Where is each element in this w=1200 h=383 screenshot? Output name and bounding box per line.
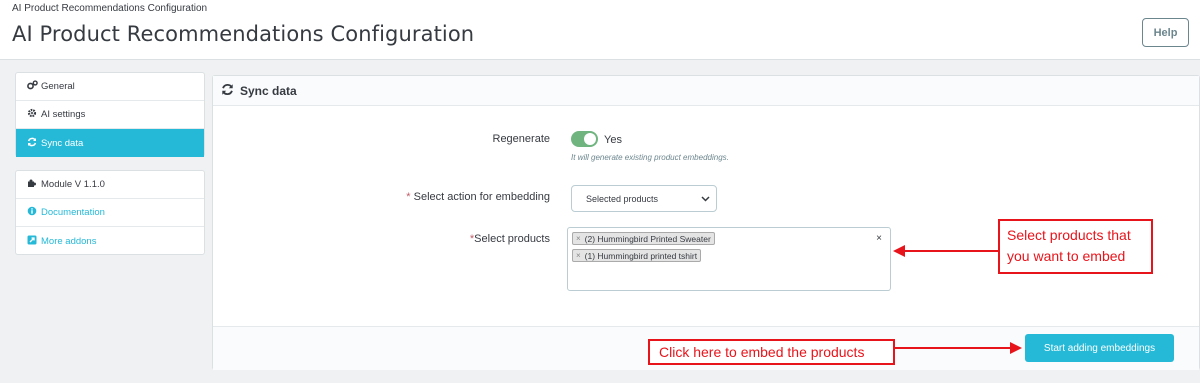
panel-heading: Sync data (213, 76, 1199, 106)
start-embeddings-button[interactable]: Start adding embeddings (1025, 334, 1174, 362)
tag-label: (2) Hummingbird Printed Sweater (584, 233, 711, 244)
toggle-knob (584, 133, 596, 145)
products-multiselect[interactable]: × (2) Hummingbird Printed Sweater × (1) … (567, 227, 891, 291)
regenerate-label: Regenerate (492, 133, 551, 145)
panel-title: Sync data (240, 83, 297, 98)
products-label: *Select products (420, 233, 550, 245)
sidebar-item-general[interactable]: General (16, 73, 204, 101)
more-addons-label: More addons (41, 235, 97, 247)
sidebar-item-sync-data[interactable]: Sync data (16, 129, 204, 157)
sidebar-item-ai-settings[interactable]: AI settings (16, 101, 204, 129)
tag-label: (1) Hummingbird printed tshirt (584, 250, 698, 261)
regenerate-value: Yes (604, 134, 622, 146)
page-title: AI Product Recommendations Configuration (12, 22, 475, 46)
products-label-text: Select products (474, 233, 550, 245)
help-button[interactable]: Help (1142, 18, 1189, 47)
external-link-icon (27, 235, 37, 248)
refresh-icon (27, 137, 37, 150)
product-tag: × (1) Hummingbird printed tshirt (572, 249, 702, 262)
regenerate-help: It will generate existing product embedd… (571, 153, 729, 162)
documentation-label: Documentation (41, 207, 105, 218)
module-version: Module V 1.1.0 (16, 171, 204, 199)
module-version-label: Module V 1.1.0 (41, 179, 105, 190)
gears-icon (27, 80, 38, 93)
remove-tag-icon[interactable]: × (576, 251, 581, 260)
sidebar-info: Module V 1.1.0 Documentation More addons (15, 170, 205, 255)
refresh-icon (221, 83, 234, 99)
select-products-callout: Select products that you want to embed (998, 219, 1153, 274)
sidebar-item-label: AI settings (41, 109, 86, 120)
sidebar-item-label: Sync data (41, 137, 84, 149)
info-circle-icon (27, 206, 37, 219)
regenerate-toggle[interactable] (571, 131, 598, 147)
sidebar-menu: General AI settings Sync data (15, 72, 205, 157)
page-header: AI Product Recommendations Configuration… (0, 0, 1200, 60)
more-addons-link[interactable]: More addons (16, 227, 204, 255)
puzzle-icon (27, 178, 37, 191)
gear-icon (27, 108, 37, 121)
breadcrumb: AI Product Recommendations Configuration (12, 3, 208, 14)
action-label: * Select action for embedding (380, 191, 550, 203)
embedding-action-select[interactable]: Selected products (571, 185, 717, 212)
sidebar-item-label: General (41, 81, 75, 92)
select-value: Selected products (586, 193, 659, 204)
product-tag: × (2) Hummingbird Printed Sweater (572, 232, 715, 245)
chevron-down-icon (701, 194, 710, 204)
embed-callout: Click here to embed the products (648, 339, 895, 365)
documentation-link[interactable]: Documentation (16, 199, 204, 227)
clear-all-icon[interactable]: × (876, 233, 882, 244)
action-label-text: Select action for embedding (410, 191, 550, 203)
remove-tag-icon[interactable]: × (576, 234, 581, 243)
